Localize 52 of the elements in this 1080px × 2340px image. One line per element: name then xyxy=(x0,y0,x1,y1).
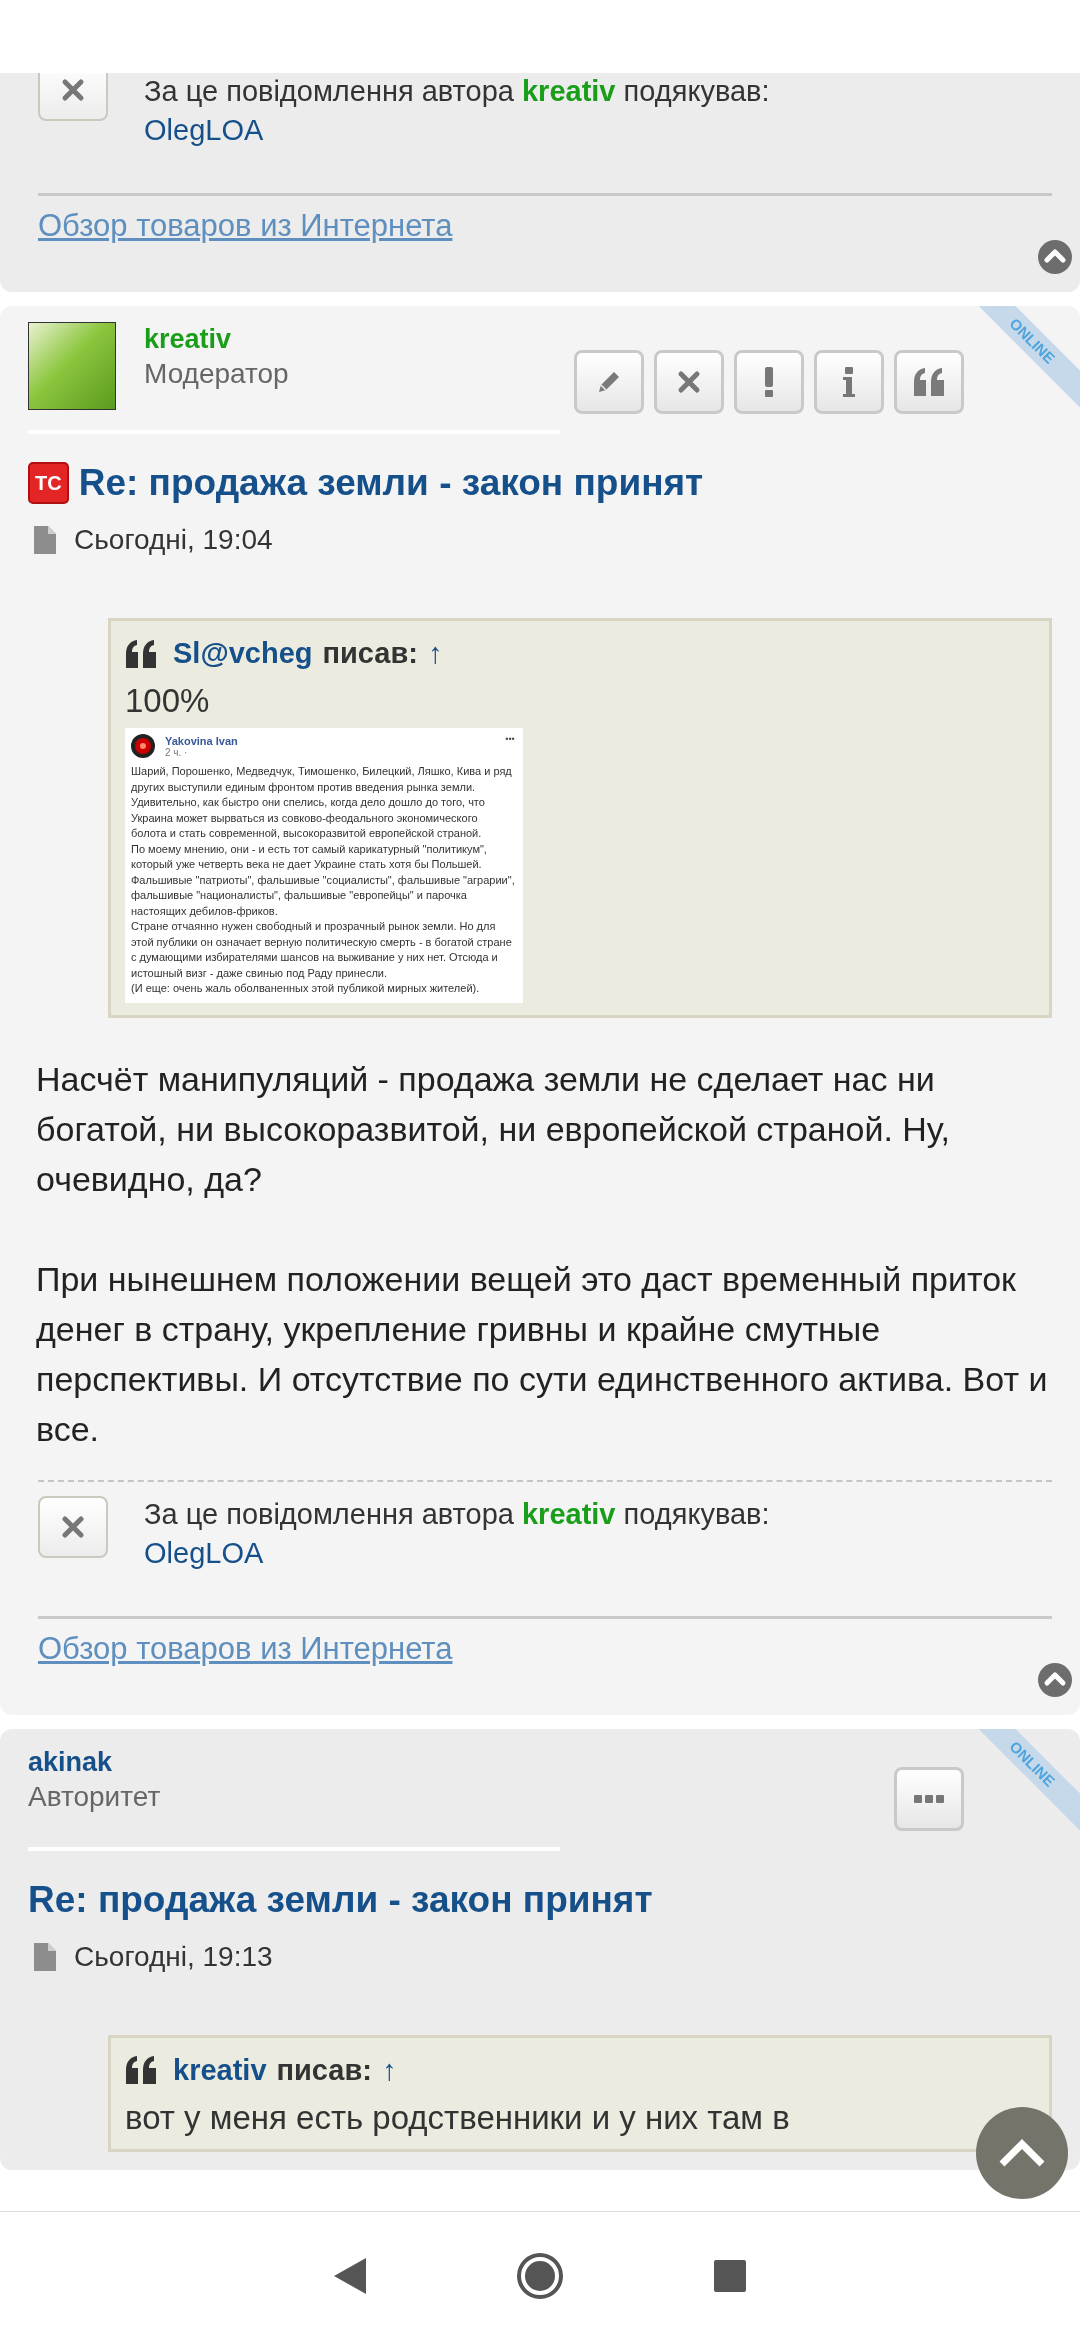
scroll-up-icon[interactable] xyxy=(1038,240,1072,274)
screenshot-menu: ••• xyxy=(505,734,515,744)
thanks-text: За це повідомлення автора kreativ подякував: xyxy=(144,1496,770,1532)
document-icon xyxy=(34,1942,56,1971)
close-icon xyxy=(60,1513,86,1540)
user-rank: Авторитет xyxy=(28,1780,161,1813)
screenshot-text: Шарий, Порошенко, Медведчук, Тимошенко, Билецкий, Ляшко, Кива и ряд других выступили единым фронтом против введения рынка земли. Удивительно, как быстро они спелись, когда дело дошло до того, что Украина может вырваться из совково-феодального экономического болота и стать современной, высокоразвитой европейской страной. По моему мнению, они - и есть тот самый карикатурный "политикум", который уже четверть века не дает Украине стать хотя бы Польшей. Фальшивые "патриоты", фальшивые "социалисты", фальшивые "аграрии", фальшивые "националисты", фальшивые "европейцы" и парочка настоящих дебилов-фриков. Стране отчаянно нужен свободный и прозрачный рынок земли. Но для этой публики он означает верную политическую смерть - в богатой стране с думающими избирателями шансов на выживание у них нет. Отсюда и истошный визг - даже свинью под Раду принесли. (И еще: очень жаль оболваненных этой публикой мирных жителей). xyxy=(131,764,515,996)
avatar-picture[interactable] xyxy=(28,322,116,410)
quote-text: 100% xyxy=(125,682,211,720)
quote-author-link[interactable]: Sl@vcheg xyxy=(173,637,313,670)
post-text: При нынешнем положении вещей это даст временный приток денег в страну, укрепление гривны и крайне смутные перспективы. И отсутствие по сути единственного актива. Вот и все. xyxy=(36,1258,1049,1450)
home-icon[interactable] xyxy=(516,2252,564,2300)
delete-button[interactable] xyxy=(654,350,724,414)
screenshot-author: Yakovina Ivan xyxy=(165,734,239,747)
post-text: Насчёт манипуляций - продажа земли не сделает нас ни богатой, ни высокоразвитой, ни европейской страной. Ну, очевидно, да? xyxy=(36,1058,951,1200)
quote-author-link[interactable]: kreativ xyxy=(173,2053,267,2087)
quote-icon xyxy=(913,368,945,396)
back-icon[interactable] xyxy=(334,2258,366,2294)
post-title[interactable]: Re: продажа земли - закон принят xyxy=(28,1878,653,1921)
close-icon xyxy=(60,77,86,103)
wrote-label: писав: xyxy=(276,2053,372,2087)
quote-button[interactable] xyxy=(894,350,964,414)
more-icon xyxy=(914,1793,944,1804)
remove-thanks-button[interactable] xyxy=(38,73,108,121)
exclamation-icon xyxy=(764,367,774,397)
user-rank: Модератор xyxy=(144,358,289,390)
author-link[interactable]: akinak xyxy=(28,1746,161,1777)
quote-text: вот у меня есть родственники и у них там в xyxy=(125,2098,791,2137)
scroll-up-icon[interactable] xyxy=(1038,1662,1072,1697)
jump-to-post-link[interactable]: ↑ xyxy=(381,2053,397,2087)
wrote-label: писав: xyxy=(322,637,418,670)
post-date: Сьогодні, 19:13 xyxy=(74,1940,273,1973)
user-link[interactable]: OlegLOA xyxy=(144,1536,264,1569)
jump-to-post-link[interactable]: ↑ xyxy=(427,637,443,670)
edit-button[interactable] xyxy=(574,350,644,414)
screenshot-time: 2 ч. · xyxy=(165,746,189,758)
post-title[interactable]: Re: продажа земли - закон принят xyxy=(78,462,704,504)
remove-thanks-button[interactable] xyxy=(38,1495,108,1558)
document-icon xyxy=(34,526,56,554)
user-link[interactable]: OlegLOA xyxy=(144,114,264,146)
report-button[interactable] xyxy=(734,350,804,414)
topic-starter-badge: TC xyxy=(28,462,69,504)
info-icon xyxy=(843,367,855,397)
avatar-circle xyxy=(131,734,155,758)
more-button[interactable] xyxy=(894,1766,964,1831)
post-date: Сьогодні, 19:04 xyxy=(74,524,273,556)
quote-icon xyxy=(125,639,157,668)
info-button[interactable] xyxy=(814,350,884,414)
close-icon xyxy=(676,369,702,395)
quote-icon xyxy=(125,2056,157,2084)
thanks-text: За це повідомлення автора kreativ подякував: xyxy=(144,74,770,109)
chevron-up-icon xyxy=(997,2138,1047,2168)
